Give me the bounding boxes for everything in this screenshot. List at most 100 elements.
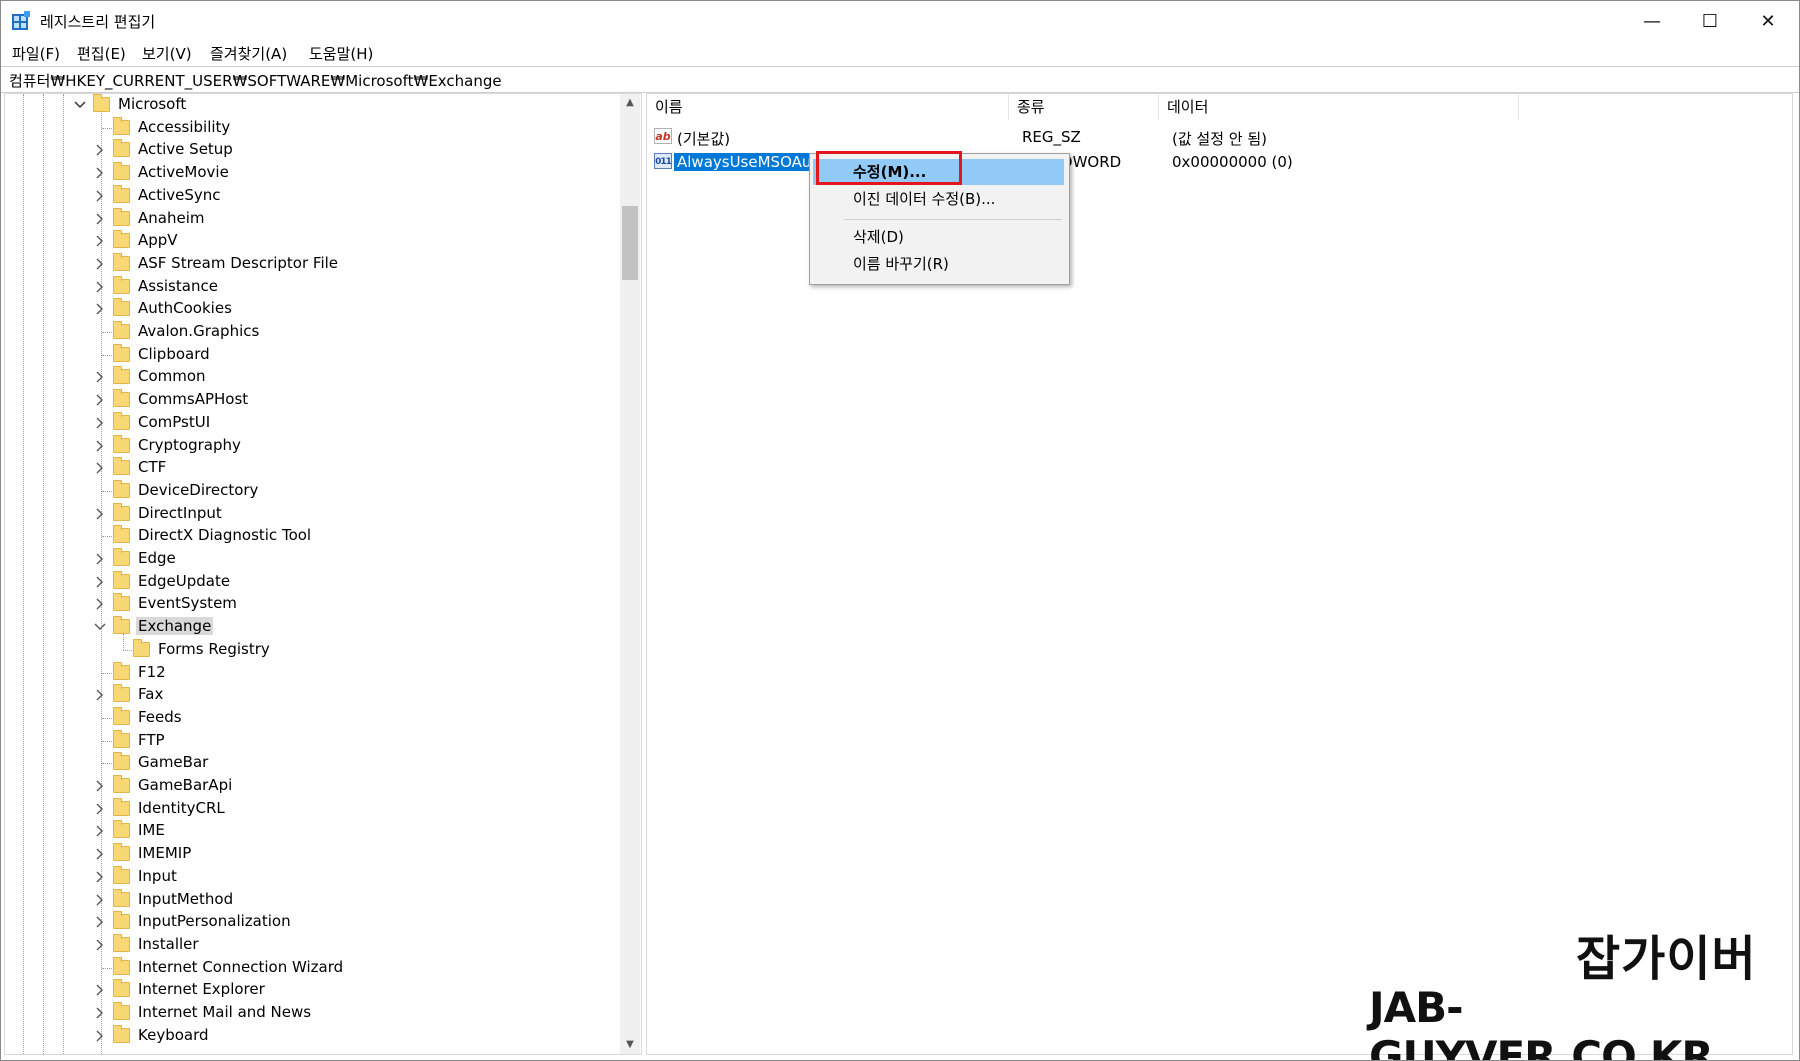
tree-node[interactable]: IMEMIP <box>5 843 605 865</box>
tree-scrollbar[interactable]: ▲ ▼ <box>620 94 640 1054</box>
tree-node[interactable]: EventSystem <box>5 593 605 615</box>
value-row[interactable]: ab (기본값) REG_SZ (값 설정 안 됨) <box>647 126 1647 148</box>
tree-node[interactable]: Keyboard <box>5 1025 605 1047</box>
tree-node[interactable]: CommsAPHost <box>5 389 605 411</box>
tree-node[interactable]: Edge <box>5 548 605 570</box>
tree-node[interactable]: ActiveSync <box>5 185 605 207</box>
chevron-right-icon[interactable] <box>93 597 107 611</box>
tree-node[interactable]: Fax <box>5 684 605 706</box>
chevron-right-icon[interactable] <box>93 983 107 997</box>
column-header-data[interactable]: 데이터 <box>1159 94 1519 120</box>
tree-node-microsoft[interactable]: Microsoft <box>5 94 605 116</box>
tree-node[interactable]: DirectInput <box>5 503 605 525</box>
column-header-type[interactable]: 종류 <box>1009 94 1159 120</box>
tree-node[interactable]: Internet Mail and News <box>5 1002 605 1024</box>
scrollbar-thumb[interactable] <box>622 206 638 280</box>
chevron-right-icon[interactable] <box>93 166 107 180</box>
value-row-selected[interactable]: 011 AlwaysUseMSOAuthForAutoDiscover REG_… <box>647 151 1647 173</box>
tree-node-label: Assistance <box>138 277 218 295</box>
chevron-right-icon[interactable] <box>93 370 107 384</box>
tree-node[interactable]: Accessibility <box>5 117 605 139</box>
maximize-button[interactable]: ☐ <box>1681 1 1739 41</box>
chevron-right-icon[interactable] <box>93 847 107 861</box>
folder-icon <box>113 457 130 475</box>
tree-node[interactable]: InputMethod <box>5 889 605 911</box>
scroll-up-arrow-icon[interactable]: ▲ <box>620 94 640 112</box>
chevron-right-icon[interactable] <box>93 575 107 589</box>
scroll-down-arrow-icon[interactable]: ▼ <box>620 1036 640 1054</box>
menu-favorites[interactable]: 즐겨찾기(A) <box>210 43 287 64</box>
chevron-right-icon[interactable] <box>93 870 107 884</box>
tree-node[interactable]: ActiveMovie <box>5 162 605 184</box>
close-button[interactable]: ✕ <box>1739 1 1797 41</box>
menu-edit[interactable]: 편집(E) <box>77 43 126 64</box>
chevron-right-icon[interactable] <box>93 143 107 157</box>
tree-node[interactable]: Anaheim <box>5 208 605 230</box>
tree-node[interactable]: AuthCookies <box>5 298 605 320</box>
menu-file[interactable]: 파일(F) <box>12 43 60 64</box>
tree-node[interactable]: AppV <box>5 230 605 252</box>
chevron-right-icon[interactable] <box>93 824 107 838</box>
menu-view[interactable]: 보기(V) <box>142 43 192 64</box>
chevron-right-icon[interactable] <box>93 439 107 453</box>
chevron-down-icon[interactable] <box>73 98 87 112</box>
tree-node[interactable]: Clipboard <box>5 344 605 366</box>
tree-node[interactable]: GameBarApi <box>5 775 605 797</box>
chevron-right-icon[interactable] <box>93 280 107 294</box>
tree-node[interactable]: DeviceDirectory <box>5 480 605 502</box>
folder-icon <box>113 208 130 226</box>
chevron-right-icon[interactable] <box>93 915 107 929</box>
tree-node[interactable]: FTP <box>5 730 605 752</box>
chevron-right-icon[interactable] <box>93 779 107 793</box>
key-tree-pane[interactable]: Microsoft Accessibility Active Setup Activ… <box>4 93 642 1055</box>
context-delete[interactable]: 삭제(D) <box>813 224 1064 250</box>
tree-node[interactable]: Active Setup <box>5 139 605 161</box>
tree-node[interactable]: Assistance <box>5 276 605 298</box>
tree-node[interactable]: IME <box>5 820 605 842</box>
context-modify-binary[interactable]: 이진 데이터 수정(B)... <box>813 186 1064 212</box>
chevron-right-icon[interactable] <box>93 1006 107 1020</box>
tree-node[interactable]: F12 <box>5 662 605 684</box>
chevron-right-icon[interactable] <box>93 1029 107 1043</box>
chevron-right-icon[interactable] <box>93 257 107 271</box>
tree-node[interactable]: Internet Connection Wizard <box>5 957 605 979</box>
tree-node[interactable]: Avalon.Graphics <box>5 321 605 343</box>
chevron-right-icon[interactable] <box>93 189 107 203</box>
chevron-right-icon[interactable] <box>93 938 107 952</box>
tree-node[interactable]: GameBar <box>5 752 605 774</box>
chevron-right-icon[interactable] <box>93 552 107 566</box>
chevron-right-icon[interactable] <box>93 893 107 907</box>
tree-node[interactable]: InputPersonalization <box>5 911 605 933</box>
context-rename[interactable]: 이름 바꾸기(R) <box>813 251 1064 277</box>
tree-node[interactable]: Installer <box>5 934 605 956</box>
chevron-right-icon[interactable] <box>93 461 107 475</box>
tree-node[interactable]: Forms Registry <box>5 639 605 661</box>
chevron-right-icon[interactable] <box>93 302 107 316</box>
tree-node[interactable]: IdentityCRL <box>5 798 605 820</box>
tree-node[interactable]: ASF Stream Descriptor File <box>5 253 605 275</box>
tree-node[interactable]: Exchange <box>5 616 605 638</box>
folder-icon <box>113 1002 130 1020</box>
tree-node-label: Fax <box>138 685 164 703</box>
chevron-right-icon[interactable] <box>93 416 107 430</box>
chevron-right-icon[interactable] <box>93 393 107 407</box>
tree-node[interactable]: EdgeUpdate <box>5 571 605 593</box>
minimize-button[interactable]: — <box>1623 1 1681 41</box>
tree-node[interactable]: Common <box>5 366 605 388</box>
chevron-right-icon[interactable] <box>93 234 107 248</box>
chevron-right-icon[interactable] <box>93 507 107 521</box>
column-header-name[interactable]: 이름 <box>647 94 1009 120</box>
tree-node[interactable]: Input <box>5 866 605 888</box>
tree-node[interactable]: Feeds <box>5 707 605 729</box>
menu-help[interactable]: 도움말(H) <box>309 43 373 64</box>
tree-node[interactable]: Cryptography <box>5 435 605 457</box>
tree-node[interactable]: Internet Explorer <box>5 979 605 1001</box>
tree-node[interactable]: DirectX Diagnostic Tool <box>5 525 605 547</box>
chevron-right-icon[interactable] <box>93 688 107 702</box>
chevron-right-icon[interactable] <box>93 212 107 226</box>
tree-node[interactable]: CTF <box>5 457 605 479</box>
chevron-down-icon[interactable] <box>93 620 107 634</box>
chevron-right-icon[interactable] <box>93 802 107 816</box>
tree-node[interactable]: ComPstUI <box>5 412 605 434</box>
address-bar[interactable]: 컴퓨터₩HKEY_CURRENT_USER₩SOFTWARE₩Microsoft… <box>1 66 1799 93</box>
